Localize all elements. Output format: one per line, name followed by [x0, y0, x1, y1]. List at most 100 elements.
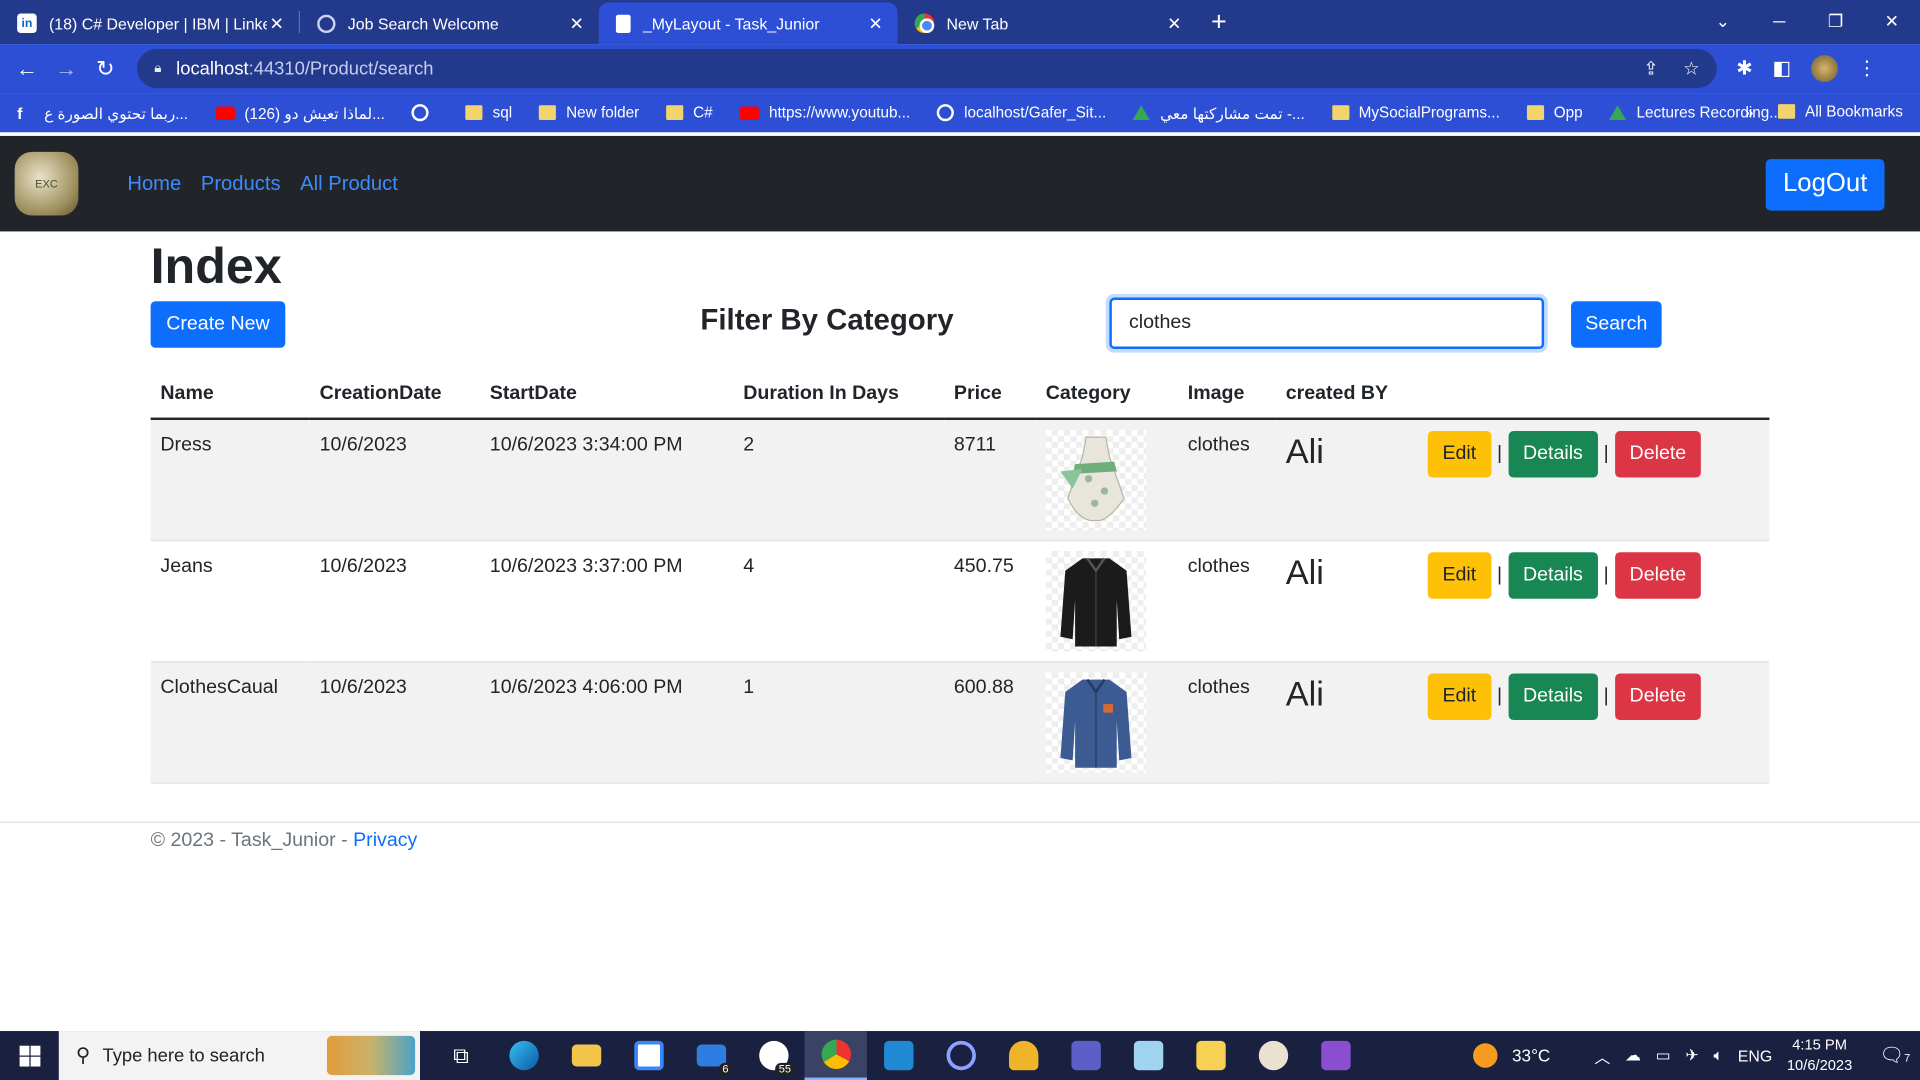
bookmark-item[interactable]: https://www.youtub...	[739, 104, 910, 121]
bookmark-item[interactable]: localhost/Gafer_Sit...	[937, 104, 1106, 122]
clock-time: 4:15 PM	[1792, 1035, 1847, 1054]
address-bar[interactable]: 🔒︎ localhost:44310/Product/search ⇪ ☆	[137, 48, 1717, 89]
forward-arrow-icon[interactable]: →	[47, 56, 86, 82]
bookmark-item[interactable]: Lectures Recording...	[1609, 104, 1782, 121]
bookmark-item[interactable]: f ربما تحتوي الصورة ع...	[17, 103, 188, 122]
extensions-puzzle-icon[interactable]: ✱	[1736, 56, 1752, 80]
table-row: Jeans 10/6/2023 10/6/2023 3:37:00 PM 4 4…	[150, 540, 1770, 662]
onedrive-cloud-icon[interactable]: ☁	[1625, 1046, 1641, 1066]
restore-icon[interactable]: ❐	[1807, 10, 1863, 31]
nav-link-products[interactable]: Products	[201, 172, 281, 195]
show-hidden-icons-chevron-icon[interactable]: ︿	[1594, 1044, 1610, 1067]
start-button[interactable]	[0, 1045, 59, 1066]
all-bookmarks-button[interactable]: All Bookmarks	[1778, 103, 1903, 120]
chrome-icon[interactable]	[804, 1031, 867, 1080]
globe-icon	[317, 14, 336, 33]
visual-studio-icon[interactable]	[1304, 1031, 1366, 1080]
browser-menu-icon[interactable]: ⋮	[1857, 56, 1877, 80]
search-highlight-image	[326, 1035, 416, 1076]
taskbar-search-box[interactable]: ⚲ Type here to search	[58, 1031, 421, 1080]
close-icon[interactable]: ✕	[267, 13, 287, 34]
store-icon[interactable]	[617, 1031, 679, 1080]
browser-tab-linkedin[interactable]: in (18) C# Developer | IBM | LinkedIn ✕	[0, 2, 299, 44]
close-window-icon[interactable]: ✕	[1864, 10, 1920, 31]
whatsapp-icon[interactable]: 55	[742, 1031, 804, 1080]
app-logo[interactable]: EXC	[14, 151, 79, 216]
vscode-icon[interactable]	[867, 1031, 929, 1080]
bookmark-item[interactable]: تمت مشاركتها معي -...	[1133, 103, 1305, 122]
bookmark-star-icon[interactable]: ☆	[1683, 58, 1699, 80]
category-search-input[interactable]	[1109, 297, 1545, 349]
nav-link-home[interactable]: Home	[127, 172, 181, 195]
edit-button[interactable]: Edit	[1427, 551, 1491, 599]
back-arrow-icon[interactable]: ←	[7, 56, 46, 82]
palette-icon[interactable]	[1242, 1031, 1304, 1080]
details-button[interactable]: Details	[1508, 551, 1598, 599]
bookmark-item[interactable]: C#	[666, 104, 713, 121]
award-icon[interactable]	[992, 1031, 1054, 1080]
close-icon[interactable]: ✕	[567, 13, 587, 34]
delete-button[interactable]: Delete	[1614, 551, 1701, 599]
cell-name: Jeans	[150, 540, 310, 662]
share-icon[interactable]: ⇪	[1643, 58, 1658, 80]
logout-button[interactable]: LogOut	[1765, 159, 1885, 211]
file-explorer-icon[interactable]	[555, 1031, 617, 1080]
battery-icon[interactable]: ▭	[1656, 1046, 1671, 1066]
cell-start-date: 10/6/2023 3:34:00 PM	[480, 418, 734, 541]
table-row: Dress 10/6/2023 10/6/2023 3:34:00 PM 2 8…	[150, 418, 1770, 541]
action-separator: |	[1603, 563, 1609, 585]
paint-icon[interactable]	[1179, 1031, 1241, 1080]
bookmark-item[interactable]: Opp	[1526, 104, 1583, 121]
side-panel-icon[interactable]: ◧	[1772, 56, 1791, 80]
new-tab-plus-icon[interactable]: +	[1211, 6, 1227, 38]
bookmark-item[interactable]: sql	[465, 104, 512, 121]
teams-icon[interactable]	[1054, 1031, 1116, 1080]
bookmark-item[interactable]: (126) لماذا تعيش دو...	[214, 103, 385, 122]
cell-price: 8711	[944, 418, 1036, 541]
task-view-icon[interactable]: ⧉	[430, 1031, 492, 1080]
action-separator: |	[1497, 443, 1503, 465]
edit-button[interactable]: Edit	[1427, 672, 1491, 720]
main-content: Index Create New Filter By Category Sear…	[150, 231, 1770, 784]
bookmark-item[interactable]: New folder	[539, 104, 639, 121]
row-actions: Edit | Details | Delete	[1427, 431, 1760, 478]
notepad-icon[interactable]	[1117, 1031, 1179, 1080]
profile-avatar[interactable]	[1810, 55, 1838, 83]
app-icon[interactable]	[929, 1031, 991, 1080]
language-indicator[interactable]: ENG	[1738, 1046, 1772, 1064]
tab-title: New Tab	[946, 14, 1009, 33]
create-new-button[interactable]: Create New	[150, 301, 286, 348]
details-button[interactable]: Details	[1508, 431, 1598, 478]
windows-logo-icon	[18, 1045, 40, 1066]
edit-button[interactable]: Edit	[1427, 431, 1491, 478]
reload-icon[interactable]: ↻	[86, 56, 125, 82]
tab-title: _MyLayout - Task_Junior	[642, 14, 820, 33]
minimize-icon[interactable]: ─	[1751, 11, 1807, 31]
browser-tab-mylayout[interactable]: _MyLayout - Task_Junior ✕	[598, 2, 898, 45]
close-icon[interactable]: ✕	[1164, 13, 1184, 34]
browser-tab-job-search[interactable]: Job Search Welcome ✕	[300, 2, 599, 44]
delete-button[interactable]: Delete	[1614, 431, 1701, 478]
bookmark-item[interactable]: MySocialPrograms...	[1331, 104, 1500, 121]
close-icon[interactable]: ✕	[866, 13, 886, 34]
browser-tab-strip: in (18) C# Developer | IBM | LinkedIn ✕ …	[0, 0, 1920, 45]
clock[interactable]: 4:15 PM 10/6/2023	[1787, 1035, 1852, 1077]
search-button[interactable]: Search	[1571, 301, 1662, 348]
details-button[interactable]: Details	[1508, 672, 1598, 720]
tab-search-chevron-icon[interactable]: ⌄	[1695, 10, 1751, 31]
airplane-mode-icon[interactable]: ✈	[1685, 1046, 1698, 1066]
folder-icon	[1526, 105, 1544, 121]
edge-icon[interactable]	[492, 1031, 554, 1080]
volume-icon[interactable]: 🔈︎	[1713, 1046, 1723, 1066]
delete-button[interactable]: Delete	[1614, 672, 1701, 720]
browser-tab-new-tab[interactable]: New Tab ✕	[898, 2, 1197, 44]
temperature[interactable]: 33°C	[1512, 1046, 1550, 1066]
weather-sun-icon[interactable]	[1472, 1043, 1498, 1068]
column-header-name: Name	[150, 369, 310, 421]
bookmarks-overflow-chevron-icon[interactable]: »	[1745, 103, 1754, 121]
notifications-icon[interactable]: 🗨︎7	[1879, 1043, 1910, 1067]
mail-icon[interactable]: 6	[680, 1031, 742, 1080]
privacy-link[interactable]: Privacy	[353, 830, 417, 851]
nav-link-all-product[interactable]: All Product	[300, 172, 398, 195]
bookmark-item[interactable]	[411, 104, 439, 122]
